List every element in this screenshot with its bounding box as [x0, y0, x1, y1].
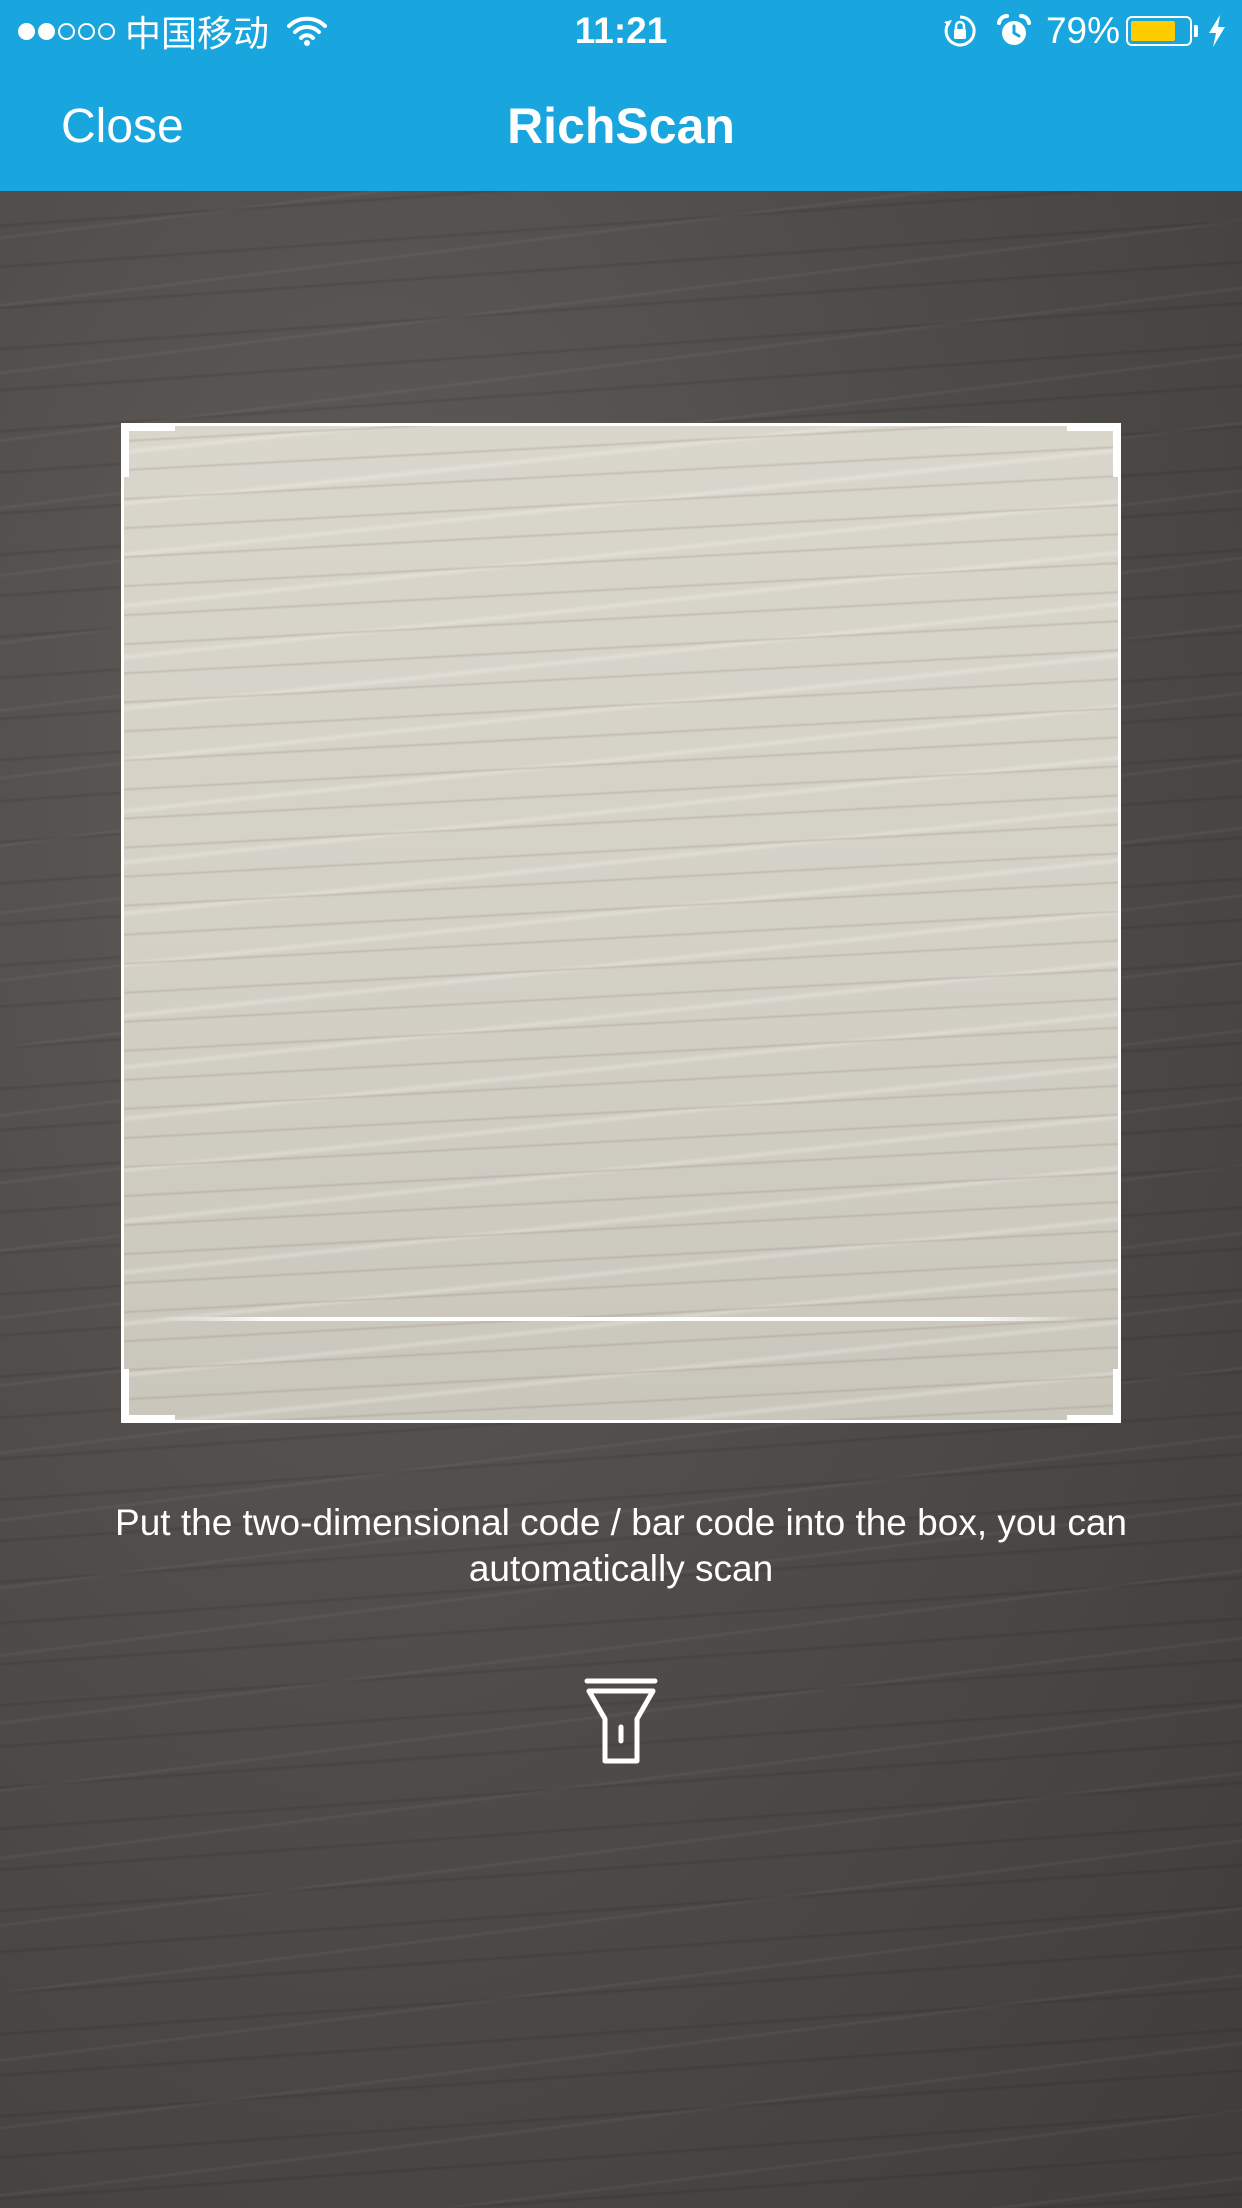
page-title: RichScan [507, 98, 735, 154]
alarm-icon [996, 13, 1031, 45]
frame-corner-bottom-right [1067, 1369, 1118, 1420]
scan-hint: Put the two-dimensional code / bar code … [115, 1502, 1127, 1589]
charging-bolt-icon [1209, 15, 1225, 47]
flashlight-icon [584, 1678, 658, 1764]
battery-cap [1194, 25, 1198, 37]
scan-screen: 中国移动 11:21 79% Close RichScan Put the tw… [0, 0, 1242, 2208]
battery-level [1131, 21, 1176, 41]
battery-icon [1126, 16, 1192, 46]
status-bar: 中国移动 11:21 79% [0, 0, 1242, 62]
scan-viewfinder [124, 426, 1118, 1420]
status-right: 79% [942, 8, 1228, 54]
flashlight-button[interactable] [581, 1677, 661, 1767]
battery-percent: 79% [1045, 10, 1120, 51]
scan-frame [121, 423, 1121, 1423]
nav-bar: Close RichScan [0, 62, 1242, 191]
frame-corner-top-left [124, 426, 175, 477]
rotation-lock-icon [943, 15, 976, 47]
scan-line [154, 1317, 1088, 1321]
frame-corner-bottom-left [124, 1369, 175, 1420]
frame-corner-top-right [1067, 426, 1118, 477]
